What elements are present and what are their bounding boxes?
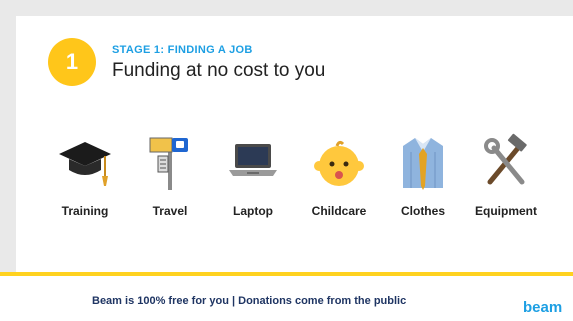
- item-clothes: Clothes: [380, 132, 466, 218]
- graduation-cap-icon: [55, 132, 115, 192]
- item-label: Childcare: [311, 204, 367, 218]
- baby-face-icon: [309, 132, 369, 192]
- item-label: Training: [61, 204, 109, 218]
- footer-text: Beam is 100% free for you | Donations co…: [92, 295, 407, 307]
- stage-number-badge: 1: [48, 38, 96, 86]
- funding-items: Training Travel Laptop Childcare Clothes…: [59, 132, 560, 222]
- item-label: Laptop: [233, 204, 273, 218]
- footer: Beam is 100% free for you | Donations co…: [0, 276, 573, 321]
- stage-title: Funding at no cost to you: [112, 60, 326, 81]
- item-equipment: Equipment: [463, 132, 549, 218]
- laptop-icon: [223, 132, 283, 192]
- bus-stop-icon: [140, 132, 200, 192]
- stage-kicker: STAGE 1: FINDING A JOB: [112, 44, 253, 56]
- item-label: Equipment: [475, 204, 537, 218]
- item-laptop: Laptop: [210, 132, 296, 218]
- item-childcare: Childcare: [296, 132, 382, 218]
- beam-logo: beam: [523, 299, 563, 316]
- hammer-wrench-icon: [476, 132, 536, 192]
- item-label: Clothes: [400, 204, 445, 218]
- item-label: Travel: [152, 204, 188, 218]
- item-travel: Travel: [127, 132, 213, 218]
- shirt-tie-icon: [393, 132, 453, 192]
- item-training: Training: [42, 132, 128, 218]
